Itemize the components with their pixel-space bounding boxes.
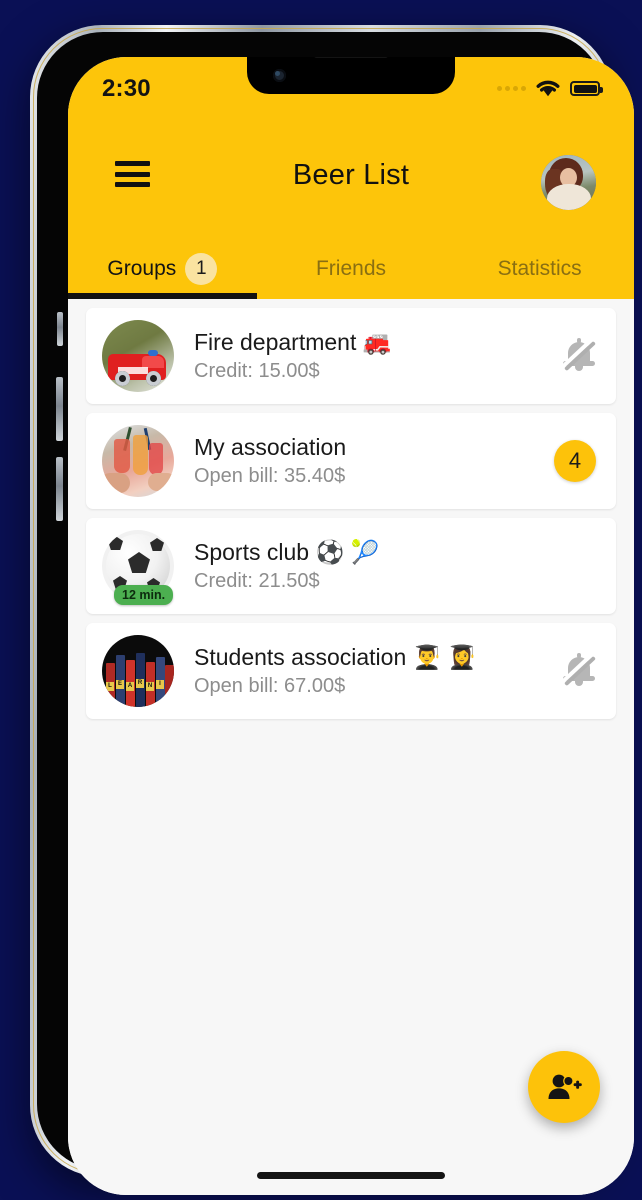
group-name: Fire department 🚒 [194,328,392,355]
avatar[interactable] [541,155,596,210]
tab-friends[interactable]: Friends [257,239,446,299]
fire-truck-photo [102,320,174,392]
home-indicator[interactable] [257,1172,445,1179]
group-text: Fire department 🚒 Credit: 15.00$ [194,328,562,385]
group-name: Students association 👨‍🎓 👩‍🎓 [194,643,477,670]
group-text: My association Open bill: 35.40$ [194,433,554,490]
phone-screen: 2:30 Beer List Groups 1 Friends Statisti… [68,57,634,1195]
group-text: Students association 👨‍🎓 👩‍🎓 Open bill: … [194,643,562,700]
bell-off-icon[interactable] [562,337,596,375]
device-notch [247,57,455,94]
tab-statistics[interactable]: Statistics [445,239,634,299]
group-subtitle: Open bill: 35.40$ [194,465,346,488]
app-bar: Beer List [68,119,634,239]
table-row[interactable]: 12 min. Sports club ⚽ 🎾 Credit: 21.50$ [86,518,616,614]
time-badge: 12 min. [114,585,174,605]
status-badge: 4 [554,440,596,482]
status-clock: 2:30 [102,75,151,102]
person-add-icon [548,1074,582,1099]
table-row[interactable]: L E A R N I Students association 👨‍🎓 👩‍🎓… [86,623,616,719]
group-avatar: L E A R N I [102,635,174,707]
earpiece-speaker [314,57,388,58]
tab-statistics-label: Statistics [497,257,582,280]
group-avatar [102,320,174,392]
volume-down-button[interactable] [56,457,63,521]
wifi-icon [536,80,560,97]
signal-dots-icon [497,86,526,91]
books-photo: L E A R N I [102,635,174,707]
add-group-button[interactable] [528,1051,600,1123]
group-list: Fire department 🚒 Credit: 15.00$ My asso… [68,299,634,1195]
group-avatar: 12 min. [102,530,174,605]
status-indicators [497,77,603,98]
tab-groups-label: Groups [107,257,177,280]
phone-device-frame: 2:30 Beer List Groups 1 Friends Statisti… [30,25,634,1195]
tab-groups-badge: 1 [185,253,218,285]
table-row[interactable]: Fire department 🚒 Credit: 15.00$ [86,308,616,404]
group-name: Sports club ⚽ 🎾 [194,538,380,565]
tab-active-underline [68,293,257,299]
silent-switch-button[interactable] [57,312,63,346]
tab-bar: Groups 1 Friends Statistics [68,239,634,299]
cocktails-photo [102,425,174,497]
group-name: My association [194,433,347,460]
group-subtitle: Credit: 21.50$ [194,570,320,593]
group-subtitle: Open bill: 67.00$ [194,675,346,698]
tab-groups[interactable]: Groups 1 [68,239,257,299]
front-camera-icon [273,69,286,82]
battery-full-icon [570,81,603,96]
bell-off-icon[interactable] [562,652,596,690]
tab-friends-label: Friends [315,257,387,280]
group-avatar [102,425,174,497]
table-row[interactable]: My association Open bill: 35.40$ 4 [86,413,616,509]
group-text: Sports club ⚽ 🎾 Credit: 21.50$ [194,538,596,595]
volume-up-button[interactable] [56,377,63,441]
group-subtitle: Credit: 15.00$ [194,360,320,383]
